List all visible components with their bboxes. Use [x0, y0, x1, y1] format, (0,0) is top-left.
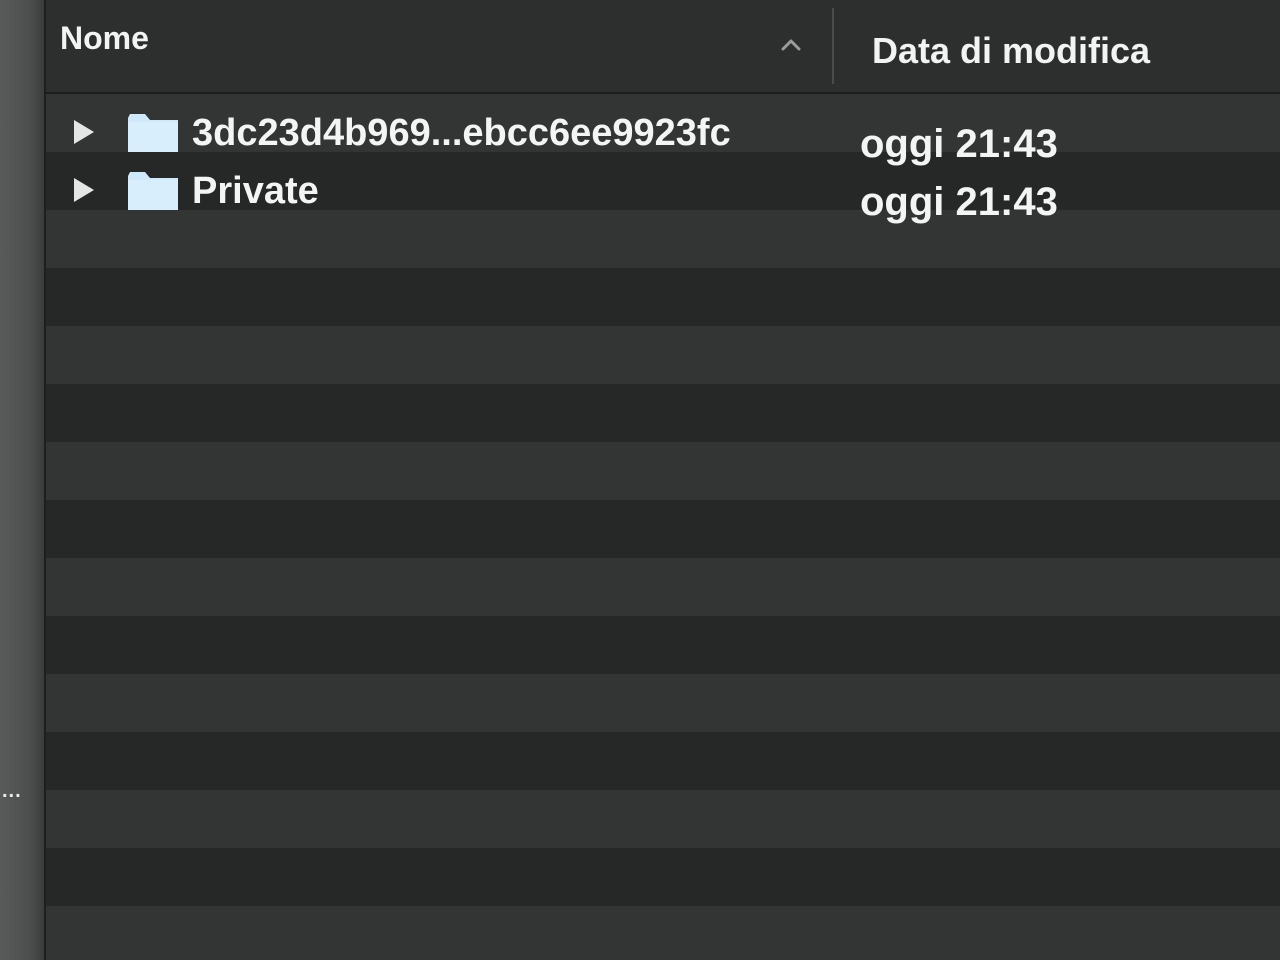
folder-icon: [128, 114, 178, 152]
file-name: 3dc23d4b969...ebcc6ee9923fc: [192, 112, 731, 154]
file-date-modified: oggi 21:43: [860, 180, 1058, 224]
column-divider[interactable]: [832, 8, 834, 84]
disclosure-triangle-icon[interactable]: [70, 118, 96, 146]
disclosure-triangle-icon[interactable]: [70, 176, 96, 204]
date-modified-column-label: Data di modifica: [872, 30, 1151, 71]
file-name: Private: [192, 170, 319, 212]
file-list: 3dc23d4b969...ebcc6ee9923fc oggi 21:43 P…: [46, 94, 1280, 960]
file-list-view: Nome Data di modifica 3dc23d4b969...ebcc…: [46, 0, 1280, 960]
name-column-label: Nome: [60, 20, 149, 56]
file-date-modified: oggi 21:43: [860, 122, 1058, 166]
folder-icon: [128, 172, 178, 210]
list-item[interactable]: 3dc23d4b969...ebcc6ee9923fc oggi 21:43: [46, 104, 1280, 166]
sidebar-overflow-text: ...: [2, 780, 22, 802]
column-header-row: Nome Data di modifica: [46, 0, 1280, 94]
date-modified-column-header[interactable]: Data di modifica: [836, 0, 1280, 92]
sidebar-edge: ...: [0, 0, 46, 960]
finder-window: ... Nome Data di modifica 3dc23d4b969...…: [0, 0, 1280, 960]
chevron-up-icon: [781, 39, 801, 51]
list-item[interactable]: Private oggi 21:43: [46, 162, 1280, 224]
name-column-header[interactable]: Nome: [46, 0, 832, 92]
